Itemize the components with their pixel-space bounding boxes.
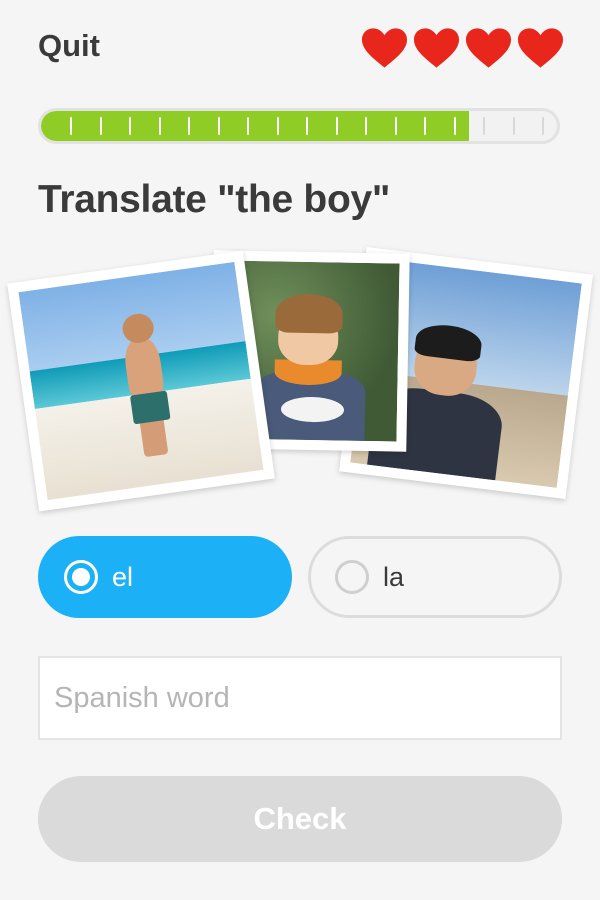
lesson-screen: Quit Translate "the boy" el la Spanish w… <box>0 0 600 900</box>
heart-icon <box>413 27 460 69</box>
boy-at-beach-photo <box>18 261 264 501</box>
progress-tick <box>483 117 486 135</box>
progress-tick <box>306 117 309 135</box>
radio-empty-icon <box>335 560 369 594</box>
choice-label: el <box>112 561 134 592</box>
progress-tick <box>188 117 191 135</box>
progress-tick <box>453 117 456 135</box>
progress-tick <box>365 117 368 135</box>
heart-icon <box>465 27 512 69</box>
progress-tick <box>424 117 427 135</box>
progress-tick <box>158 117 161 135</box>
radio-selected-icon <box>64 560 98 594</box>
heart-icon <box>517 27 564 69</box>
progress-tick <box>70 117 73 135</box>
hearts-lives <box>361 27 564 69</box>
photo-card <box>7 250 275 512</box>
progress-tick <box>99 117 102 135</box>
progress-tick <box>335 117 338 135</box>
spanish-word-input[interactable] <box>38 656 562 740</box>
check-button[interactable]: Check <box>38 776 562 862</box>
progress-tick <box>217 117 220 135</box>
choice-el[interactable]: el <box>38 536 292 618</box>
quit-button[interactable]: Quit <box>38 28 100 64</box>
progress-tick <box>542 117 545 135</box>
progress-ticks <box>41 111 557 141</box>
choice-la[interactable]: la <box>308 536 562 618</box>
progress-tick <box>276 117 279 135</box>
heart-icon <box>361 27 408 69</box>
progress-tick <box>394 117 397 135</box>
photo-cards <box>0 240 600 520</box>
progress-tick <box>247 117 250 135</box>
choice-label: la <box>383 561 405 592</box>
progress-tick <box>129 117 132 135</box>
prompt-title: Translate "the boy" <box>38 178 391 221</box>
progress-tick <box>512 117 515 135</box>
lesson-progress-bar <box>38 108 560 144</box>
